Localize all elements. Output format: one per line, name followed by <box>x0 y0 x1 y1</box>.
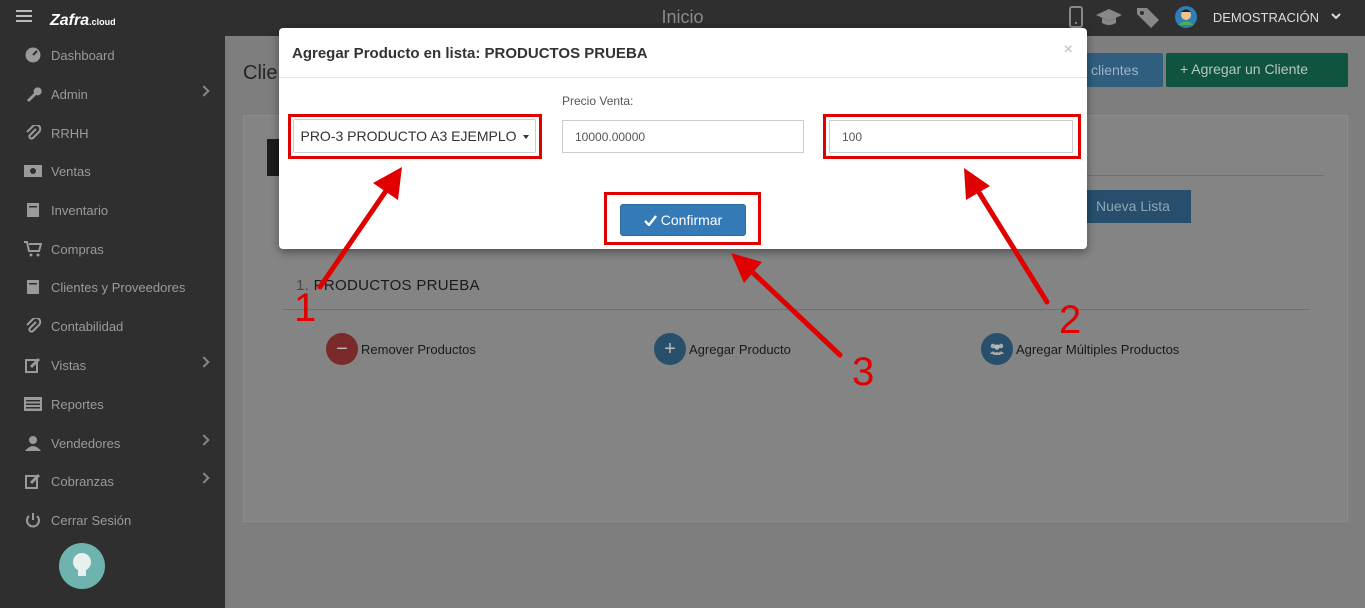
annotation-label-2: 2 <box>1059 298 1082 342</box>
annotation-arrow-1 <box>317 182 393 290</box>
annotation-label-3: 3 <box>852 350 875 394</box>
annotation-arrows <box>317 167 1050 358</box>
annotation-label-1: 1 <box>294 286 317 330</box>
annotation-arrow-3 <box>745 265 843 358</box>
annotation-arrow-2 <box>972 183 1050 305</box>
